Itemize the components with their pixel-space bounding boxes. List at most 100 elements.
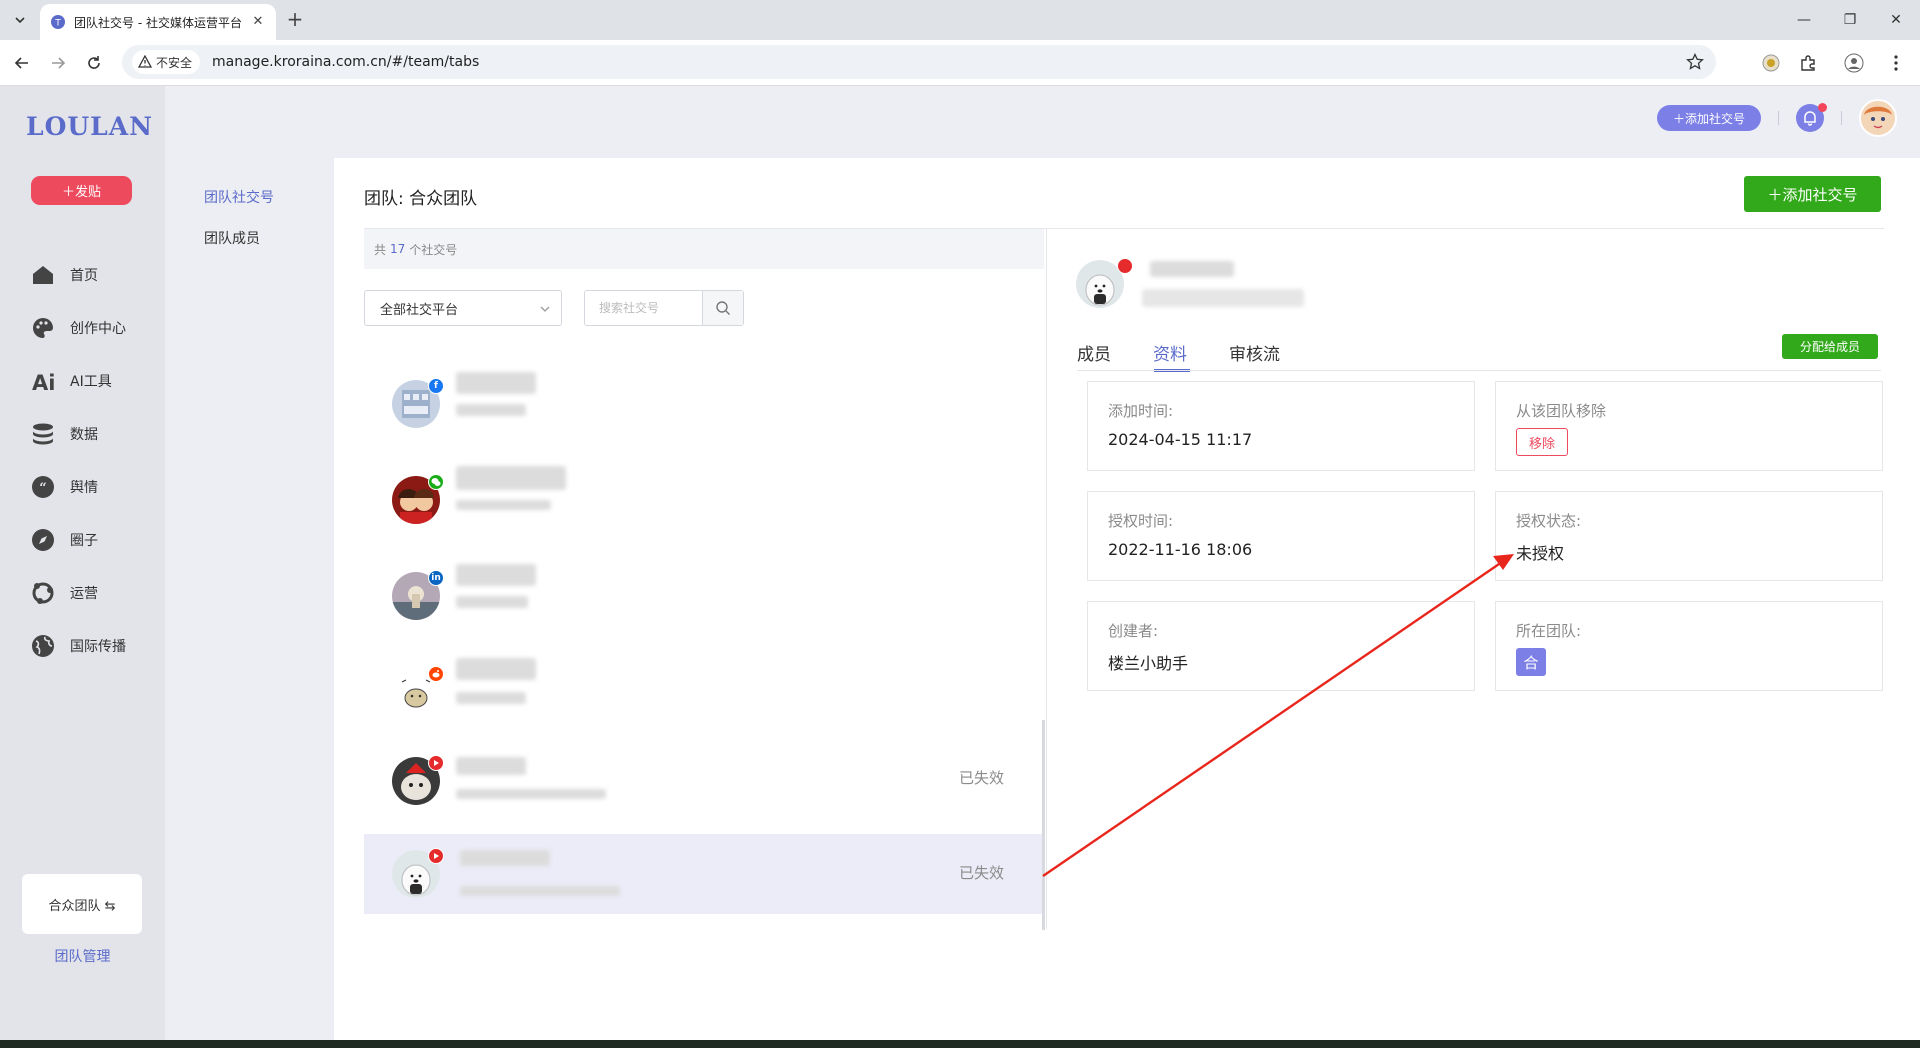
sidebar-item-operations[interactable]: 运营 bbox=[30, 578, 98, 608]
more-vertical-icon bbox=[1894, 55, 1898, 71]
address-bar[interactable]: 不安全 manage.kroraina.com.cn/#/team/tabs bbox=[122, 45, 1716, 79]
back-button[interactable] bbox=[10, 51, 34, 75]
creator-card: 创建者: 楼兰小助手 bbox=[1087, 601, 1475, 691]
tab-review-flow[interactable]: 审核流 bbox=[1229, 340, 1280, 365]
url-text: manage.kroraina.com.cn/#/team/tabs bbox=[212, 54, 480, 70]
added-time-card: 添加时间: 2024-04-15 11:17 bbox=[1087, 381, 1475, 471]
tabs-divider bbox=[1077, 370, 1881, 371]
profile-button[interactable] bbox=[1842, 51, 1866, 75]
user-avatar[interactable] bbox=[1859, 99, 1897, 137]
redacted-handle bbox=[460, 886, 620, 896]
assign-to-member-button[interactable]: 分配给成员 bbox=[1782, 334, 1878, 359]
redacted-name bbox=[456, 757, 526, 775]
quote-icon: “ bbox=[30, 474, 56, 500]
profile-icon bbox=[1844, 53, 1864, 73]
auth-time-value: 2022-11-16 18:06 bbox=[1108, 540, 1253, 559]
sidebar-item-ai-tools[interactable]: Ai AI工具 bbox=[30, 366, 112, 396]
account-row-selected[interactable]: 已失效 bbox=[364, 834, 1044, 914]
palette-icon bbox=[30, 315, 56, 341]
os-taskbar bbox=[0, 1040, 1920, 1048]
redacted-detail-name bbox=[1150, 261, 1234, 277]
extension-circle-icon bbox=[1762, 54, 1780, 72]
tab-search-button[interactable] bbox=[8, 8, 32, 32]
compass-icon bbox=[30, 527, 56, 553]
arrow-left-icon bbox=[14, 57, 28, 69]
list-scrollbar[interactable] bbox=[1042, 720, 1045, 930]
site-favicon-icon: T bbox=[51, 15, 65, 29]
pane-divider bbox=[1046, 229, 1047, 929]
puzzle-icon bbox=[1801, 55, 1815, 71]
header-divider bbox=[1778, 111, 1779, 125]
restore-button[interactable]: ❐ bbox=[1838, 8, 1862, 32]
browser-tab[interactable]: T 团队社交号 - 社交媒体运营平台 ✕ bbox=[40, 4, 276, 40]
forward-button[interactable] bbox=[46, 51, 70, 75]
reload-icon bbox=[88, 56, 100, 69]
sidebar-item-label: 运营 bbox=[70, 586, 98, 602]
close-window-button[interactable]: ✕ bbox=[1884, 8, 1908, 32]
header-divider bbox=[1841, 111, 1842, 125]
sidebar-item-sentiment[interactable]: “ 舆情 bbox=[30, 472, 98, 502]
account-row[interactable] bbox=[364, 648, 1044, 728]
subnav-team-members[interactable]: 团队成员 bbox=[204, 228, 260, 248]
bell-icon bbox=[1804, 111, 1816, 126]
account-row[interactable]: f bbox=[364, 360, 1044, 440]
current-team-switcher[interactable]: 合众团队 ⇆ bbox=[22, 874, 142, 934]
remove-from-team-card: 从该团队移除 移除 bbox=[1495, 381, 1883, 471]
sidebar-item-circles[interactable]: 圈子 bbox=[30, 525, 98, 555]
detail-tabs: 成员 资料 审核流 bbox=[1077, 340, 1877, 372]
team-label: 所在团队: bbox=[1516, 622, 1582, 640]
add-account-button[interactable]: ＋添加社交号 bbox=[1744, 176, 1881, 212]
header-add-account-button[interactable]: ＋添加社交号 bbox=[1657, 105, 1761, 131]
security-indicator[interactable]: 不安全 bbox=[132, 50, 201, 74]
subnav-team-accounts[interactable]: 团队社交号 bbox=[204, 187, 274, 207]
tab-close-icon[interactable]: ✕ bbox=[250, 14, 266, 30]
remove-button[interactable]: 移除 bbox=[1516, 428, 1568, 456]
auth-status-card: 授权状态: 未授权 bbox=[1495, 491, 1883, 581]
sidebar-item-creation[interactable]: 创作中心 bbox=[30, 313, 126, 343]
redacted-handle bbox=[456, 596, 528, 608]
ai-icon: Ai bbox=[30, 368, 56, 394]
auth-status-value: 未授权 bbox=[1516, 544, 1565, 563]
count-suffix: 个社交号 bbox=[409, 242, 458, 257]
sidebar-item-data[interactable]: 数据 bbox=[30, 419, 98, 449]
linkedin-icon: in bbox=[428, 570, 444, 586]
platform-filter-value: 全部社交平台 bbox=[380, 302, 459, 318]
auth-status-label: 授权状态: bbox=[1516, 512, 1582, 530]
new-post-button[interactable]: ＋发贴 bbox=[31, 176, 132, 205]
sidebar-item-home[interactable]: 首页 bbox=[30, 260, 98, 290]
svg-text:T: T bbox=[54, 19, 61, 29]
team-card: 所在团队: 合 bbox=[1495, 601, 1883, 691]
search-button[interactable] bbox=[702, 291, 743, 325]
team-chip[interactable]: 合 bbox=[1516, 648, 1546, 676]
team-manage-link[interactable]: 团队管理 bbox=[0, 946, 165, 966]
sidebar-item-international[interactable]: 国际传播 bbox=[30, 631, 126, 661]
sidebar-item-label: 创作中心 bbox=[70, 321, 126, 337]
account-search-input[interactable] bbox=[585, 291, 702, 325]
minimize-button[interactable]: — bbox=[1792, 8, 1816, 32]
account-count: 17 bbox=[390, 242, 406, 256]
sidebar-item-label: 首页 bbox=[70, 268, 98, 284]
account-count-bar: 共 17 个社交号 bbox=[364, 229, 1044, 269]
reload-button[interactable] bbox=[82, 51, 106, 75]
added-time-label: 添加时间: bbox=[1108, 402, 1174, 420]
tab-title: 团队社交号 - 社交媒体运营平台 bbox=[74, 15, 242, 30]
platform-filter-select[interactable]: 全部社交平台 bbox=[364, 290, 562, 326]
bookmark-star-icon[interactable] bbox=[1686, 53, 1704, 71]
extension-button[interactable] bbox=[1759, 51, 1783, 75]
account-row[interactable] bbox=[364, 456, 1044, 536]
browser-menu-button[interactable] bbox=[1884, 51, 1908, 75]
tab-profile[interactable]: 资料 bbox=[1153, 340, 1187, 365]
redacted-detail-handle bbox=[1142, 289, 1304, 307]
app-sidebar: LOULAN ＋发贴 首页 创作中心 Ai AI工具 数据 “ 舆情 圈子 运营… bbox=[0, 86, 165, 1042]
account-row[interactable]: 已失效 bbox=[364, 737, 1044, 817]
chevron-down-icon bbox=[15, 17, 25, 24]
new-tab-button[interactable]: + bbox=[283, 8, 307, 32]
tab-members[interactable]: 成员 bbox=[1077, 340, 1111, 365]
notification-dot bbox=[1818, 103, 1827, 112]
extensions-menu-button[interactable] bbox=[1796, 51, 1820, 75]
chevron-down-icon bbox=[540, 306, 550, 312]
brand-logo[interactable]: LOULAN bbox=[26, 112, 153, 141]
redacted-name bbox=[456, 372, 536, 394]
added-time-value: 2024-04-15 11:17 bbox=[1108, 430, 1253, 449]
account-row[interactable]: in bbox=[364, 552, 1044, 632]
